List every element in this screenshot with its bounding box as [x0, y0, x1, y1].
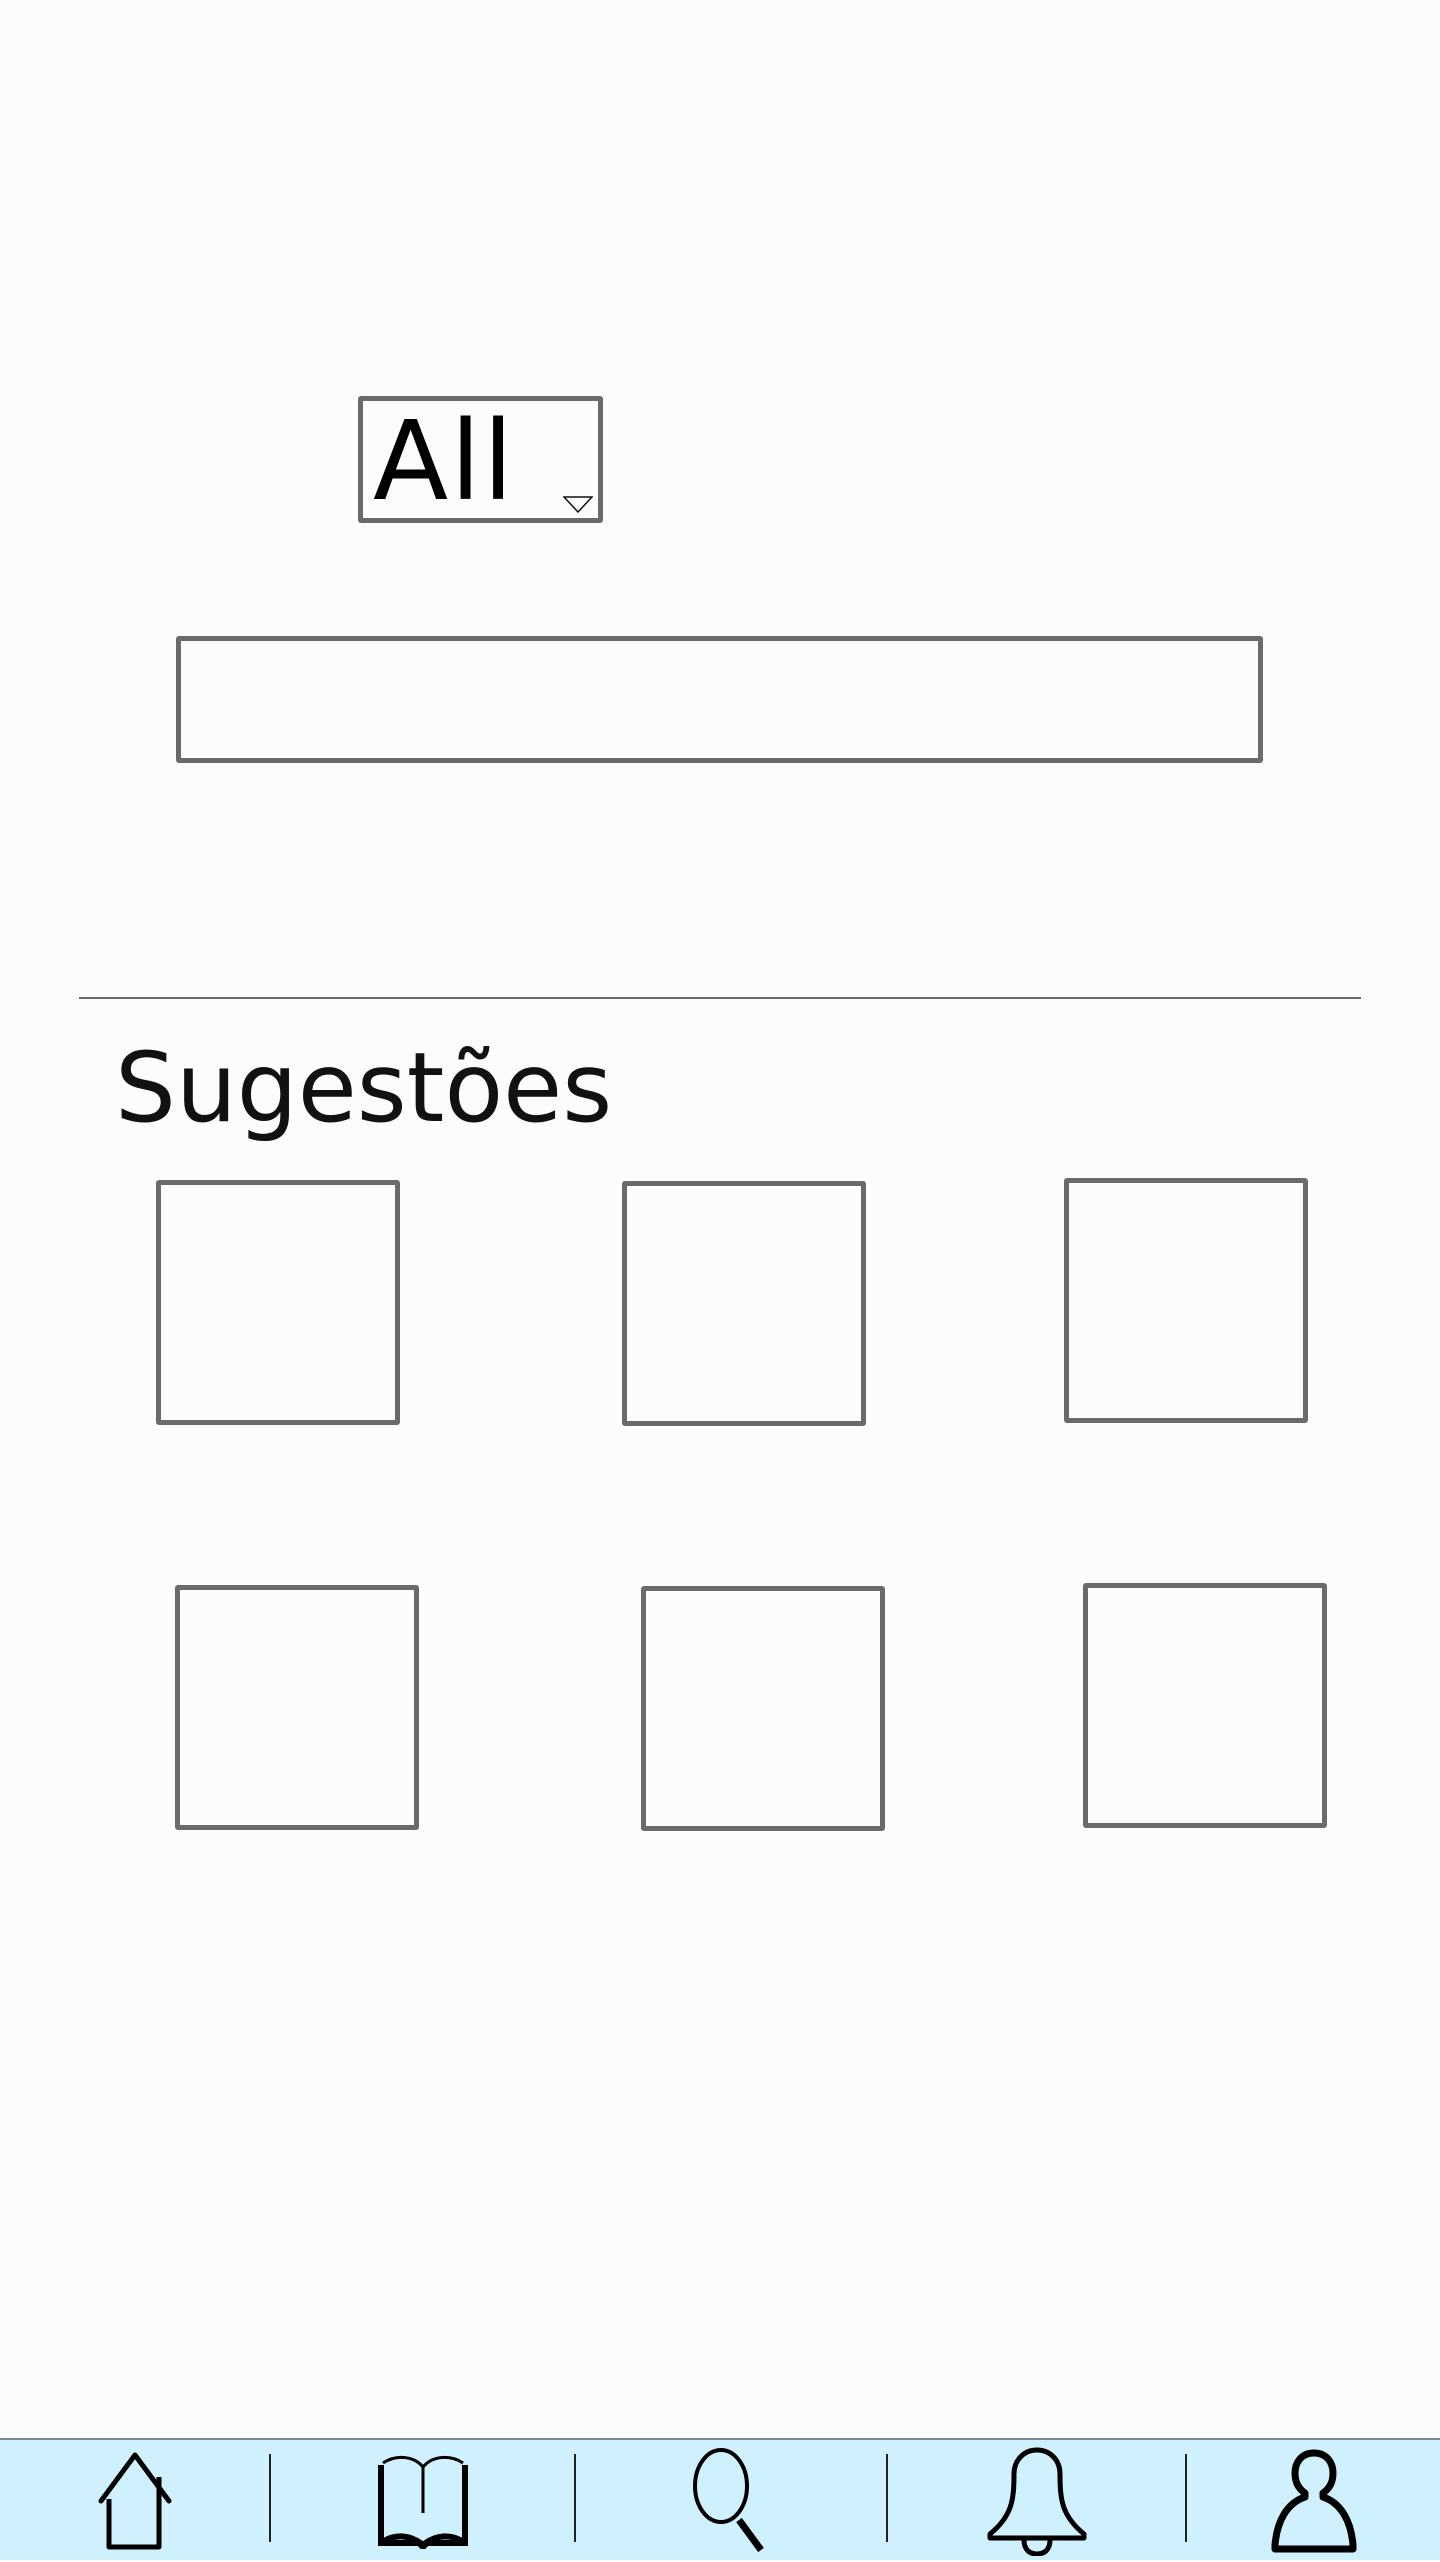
nav-notifications[interactable] [888, 2440, 1185, 2562]
bottom-nav [0, 2438, 1440, 2560]
suggestion-tile[interactable] [156, 1180, 400, 1425]
book-icon [375, 2453, 471, 2549]
suggestion-tile[interactable] [1064, 1178, 1308, 1423]
suggestion-tile[interactable] [1083, 1583, 1327, 1828]
search-input[interactable] [181, 641, 1258, 758]
search-icon [689, 2446, 773, 2556]
filter-selected-value: All [373, 397, 516, 525]
nav-home[interactable] [0, 2440, 270, 2562]
bell-icon [982, 2446, 1092, 2556]
search-field[interactable] [176, 636, 1263, 763]
nav-search[interactable] [576, 2440, 886, 2562]
filter-dropdown[interactable]: All [358, 396, 603, 523]
profile-icon [1269, 2449, 1359, 2553]
suggestion-tile[interactable] [641, 1586, 885, 1831]
triangle-down-icon [562, 496, 594, 514]
section-divider [79, 997, 1361, 999]
home-icon [95, 2451, 175, 2551]
suggestion-tile[interactable] [175, 1585, 419, 1830]
nav-profile[interactable] [1187, 2440, 1440, 2562]
suggestions-title: Sugestões [115, 1032, 613, 1144]
suggestion-tile[interactable] [622, 1181, 866, 1426]
nav-library[interactable] [271, 2440, 574, 2562]
